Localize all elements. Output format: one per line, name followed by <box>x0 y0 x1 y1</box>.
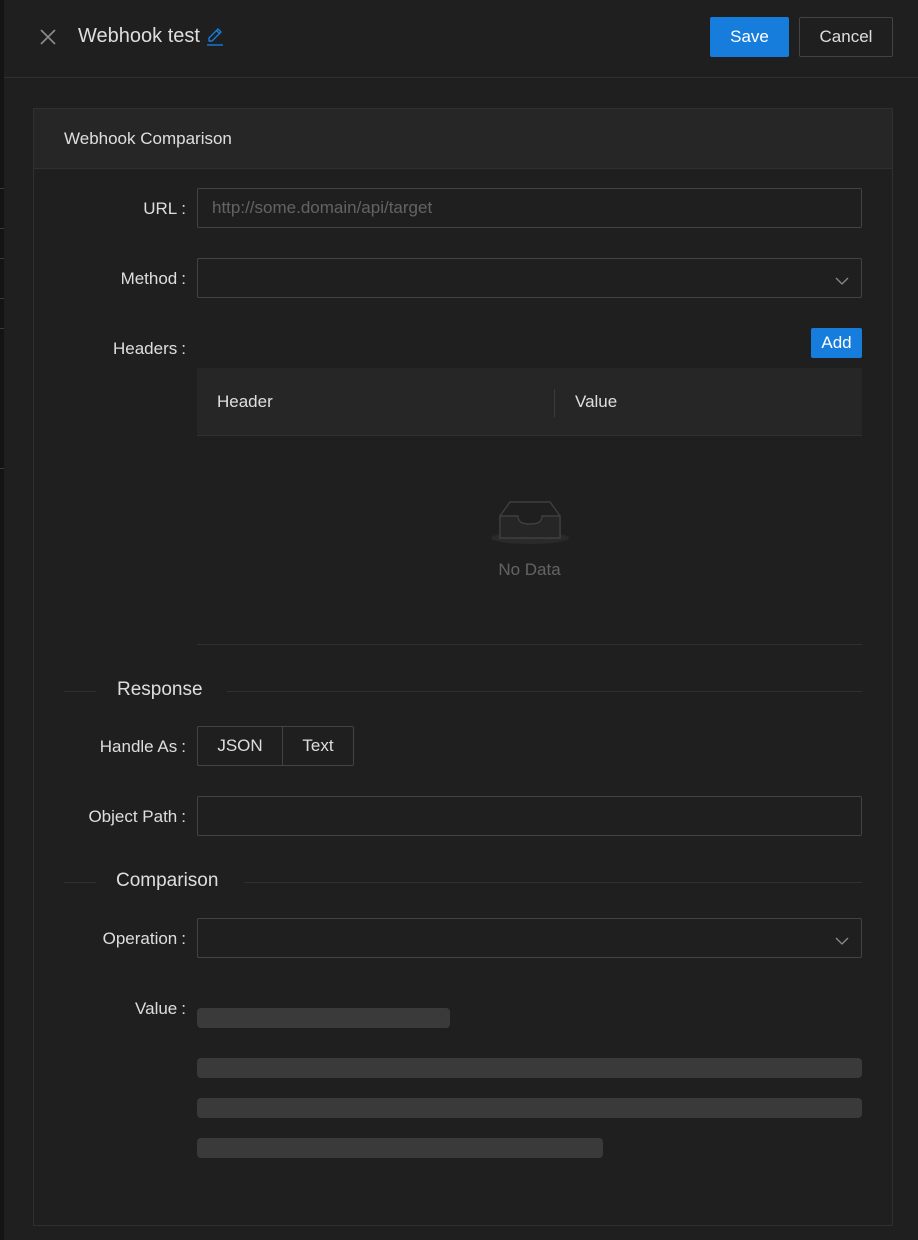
headers-label: Headers: <box>113 339 186 359</box>
chevron-down-icon <box>835 932 849 945</box>
url-label-text: URL <box>143 199 178 218</box>
column-separator <box>554 389 555 417</box>
comparison-divider: Comparison <box>64 870 862 891</box>
headers-label-text: Headers <box>113 339 178 358</box>
value-skeleton-line <box>197 1098 862 1118</box>
value-skeleton-line <box>197 1138 603 1158</box>
value-skeleton-line <box>197 1058 862 1078</box>
empty-text: No Data <box>498 560 561 579</box>
method-select[interactable] <box>197 258 862 298</box>
url-input[interactable]: http://some.domain/api/target <box>197 188 862 228</box>
edit-title-icon[interactable] <box>206 27 224 47</box>
operation-label: Operation: <box>103 929 186 949</box>
object-path-colon: : <box>181 807 186 826</box>
handle-as-colon: : <box>181 737 186 756</box>
table-body: No Data <box>197 436 862 645</box>
empty-inbox-icon <box>490 494 570 546</box>
value-skeleton-title <box>197 1008 450 1028</box>
handle-as-label-text: Handle As <box>99 737 178 756</box>
method-label-text: Method <box>120 269 178 288</box>
save-button[interactable]: Save <box>710 17 789 57</box>
drawer-header: Webhook test Save Cancel <box>4 0 918 78</box>
response-section-title: Response <box>117 679 203 700</box>
webhook-editor: Webhook test Save Cancel Webhook Compari… <box>0 0 918 1240</box>
table-header-row: Header Value <box>197 368 862 436</box>
handle-as-radio-group: JSON Text <box>197 726 354 766</box>
operation-select[interactable] <box>197 918 862 958</box>
object-path-label: Object Path: <box>88 807 186 827</box>
webhook-title-text: Webhook test <box>78 25 200 47</box>
response-divider: Response <box>64 679 862 700</box>
object-path-input[interactable] <box>197 796 862 836</box>
handle-as-text-option[interactable]: Text <box>283 726 354 766</box>
handle-as-json-option[interactable]: JSON <box>197 726 283 766</box>
method-label: Method: <box>121 269 186 289</box>
value-colon: : <box>181 999 186 1018</box>
value-label-text: Value <box>135 999 178 1018</box>
operation-label-text: Operation <box>102 929 178 948</box>
comparison-section-title: Comparison <box>116 870 219 891</box>
operation-colon: : <box>181 929 186 948</box>
add-header-button[interactable]: Add <box>811 328 862 358</box>
card-title: Webhook Comparison <box>34 109 892 169</box>
url-label: URL: <box>143 199 186 219</box>
column-header-value: Value <box>575 391 618 411</box>
chevron-down-icon <box>835 272 849 285</box>
cancel-button[interactable]: Cancel <box>799 17 893 57</box>
method-colon: : <box>181 269 186 288</box>
object-path-label-text: Object Path <box>88 807 178 826</box>
headers-colon: : <box>181 339 186 358</box>
close-icon[interactable] <box>38 27 58 47</box>
value-label: Value: <box>135 999 186 1019</box>
url-placeholder: http://some.domain/api/target <box>212 198 433 217</box>
handle-as-label: Handle As: <box>100 737 186 757</box>
background-page-edge <box>0 0 4 1240</box>
headers-table: Header Value No Data <box>197 368 862 645</box>
column-header-header: Header <box>217 391 273 411</box>
webhook-comparison-card: Webhook Comparison URL: http://some.doma… <box>33 108 893 1226</box>
page-title: Webhook test <box>78 25 224 48</box>
url-colon: : <box>181 199 186 218</box>
